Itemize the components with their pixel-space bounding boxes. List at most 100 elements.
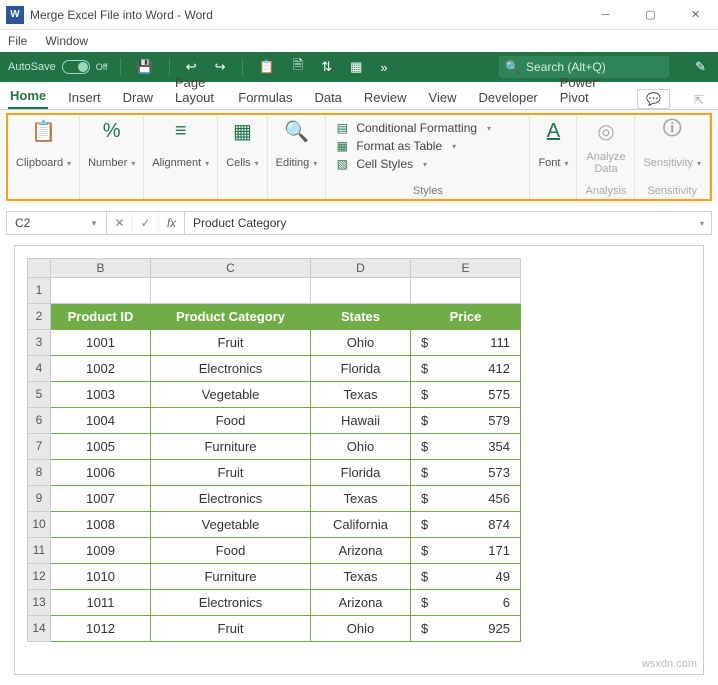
row-header[interactable]: 8	[27, 460, 51, 486]
tab-formulas[interactable]: Formulas	[236, 86, 294, 109]
row-header[interactable]: 1	[27, 278, 51, 304]
cell[interactable]	[411, 278, 521, 304]
cell-product-id[interactable]: 1003	[51, 382, 151, 408]
cell-product-category[interactable]: Electronics	[151, 486, 311, 512]
cell-price[interactable]: $573	[411, 460, 521, 486]
row-header[interactable]: 4	[27, 356, 51, 382]
col-header-c[interactable]: C	[151, 258, 311, 278]
tab-page-layout[interactable]: Page Layout	[173, 71, 218, 109]
cell-states[interactable]: Arizona	[311, 590, 411, 616]
cell-product-category[interactable]: Vegetable	[151, 512, 311, 538]
cell-product-id[interactable]: 1002	[51, 356, 151, 382]
cell-states[interactable]: Arizona	[311, 538, 411, 564]
share-button[interactable]: ⇱	[688, 91, 710, 109]
embedded-spreadsheet[interactable]: B C D E 1 2 Product ID Product Category …	[27, 258, 691, 662]
tab-draw[interactable]: Draw	[121, 86, 155, 109]
cell-states[interactable]: Texas	[311, 486, 411, 512]
cell-product-category[interactable]: Food	[151, 538, 311, 564]
minimize-button[interactable]: ─	[583, 0, 628, 30]
header-product-id[interactable]: Product ID	[51, 304, 151, 330]
cell-product-category[interactable]: Food	[151, 408, 311, 434]
fx-icon[interactable]: fx	[159, 212, 185, 234]
tab-insert[interactable]: Insert	[66, 86, 103, 109]
group-alignment[interactable]: ≡ Alignment	[144, 115, 218, 199]
group-font[interactable]: A Font	[530, 115, 577, 199]
row-header[interactable]: 12	[27, 564, 51, 590]
row-header[interactable]: 7	[27, 434, 51, 460]
formula-input[interactable]: Product Category	[185, 216, 693, 230]
cell-product-id[interactable]: 1009	[51, 538, 151, 564]
print-icon[interactable]: 🗎	[289, 56, 307, 78]
cell-product-id[interactable]: 1010	[51, 564, 151, 590]
cell-states[interactable]: Florida	[311, 356, 411, 382]
name-box[interactable]: C2 ▼	[7, 212, 107, 234]
col-header-e[interactable]: E	[411, 258, 521, 278]
header-states[interactable]: States	[311, 304, 411, 330]
cell[interactable]	[51, 278, 151, 304]
row-header[interactable]: 14	[27, 616, 51, 642]
menu-window[interactable]: Window	[45, 34, 88, 48]
share-icon[interactable]: ✎	[691, 59, 710, 75]
group-clipboard[interactable]: 📋 Clipboard	[8, 115, 80, 199]
cell-states[interactable]: California	[311, 512, 411, 538]
group-cells[interactable]: ▦ Cells	[218, 115, 267, 199]
menu-file[interactable]: File	[8, 34, 27, 48]
accept-formula-button[interactable]: ✓	[133, 212, 159, 234]
cell-price[interactable]: $874	[411, 512, 521, 538]
format-as-table-button[interactable]: ▦Format as Table	[334, 137, 521, 155]
select-all-corner[interactable]	[27, 258, 51, 278]
autosave-toggle[interactable]: AutoSave Off	[8, 60, 108, 74]
cell-product-category[interactable]: Vegetable	[151, 382, 311, 408]
cell-price[interactable]: $412	[411, 356, 521, 382]
group-number[interactable]: % Number	[80, 115, 144, 199]
row-header[interactable]: 13	[27, 590, 51, 616]
tab-review[interactable]: Review	[362, 86, 409, 109]
cell-product-category[interactable]: Fruit	[151, 616, 311, 642]
row-header[interactable]: 11	[27, 538, 51, 564]
header-price[interactable]: Price	[411, 304, 521, 330]
cell-product-category[interactable]: Fruit	[151, 330, 311, 356]
cell-price[interactable]: $456	[411, 486, 521, 512]
cell-product-id[interactable]: 1011	[51, 590, 151, 616]
col-header-d[interactable]: D	[311, 258, 411, 278]
cell-states[interactable]: Hawaii	[311, 408, 411, 434]
paste-icon[interactable]: 📋	[255, 59, 279, 75]
sort-icon[interactable]: ⇅	[317, 59, 336, 75]
tab-view[interactable]: View	[427, 86, 459, 109]
cell-states[interactable]: Texas	[311, 382, 411, 408]
col-header-b[interactable]: B	[51, 258, 151, 278]
tab-developer[interactable]: Developer	[477, 86, 540, 109]
cell-product-id[interactable]: 1008	[51, 512, 151, 538]
cell-product-category[interactable]: Electronics	[151, 590, 311, 616]
cell[interactable]	[311, 278, 411, 304]
save-icon[interactable]: 💾	[133, 59, 157, 75]
tab-power-pivot[interactable]: Power Pivot	[558, 71, 601, 109]
cell-price[interactable]: $354	[411, 434, 521, 460]
cell-product-category[interactable]: Electronics	[151, 356, 311, 382]
cell-states[interactable]: Ohio	[311, 330, 411, 356]
cell-price[interactable]: $171	[411, 538, 521, 564]
more-icon[interactable]: »	[376, 60, 391, 75]
cell-product-id[interactable]: 1005	[51, 434, 151, 460]
grid-icon[interactable]: ▦	[346, 59, 366, 75]
row-header[interactable]: 10	[27, 512, 51, 538]
header-product-category[interactable]: Product Category	[151, 304, 311, 330]
group-editing[interactable]: 🔍 Editing	[268, 115, 327, 199]
cell-price[interactable]: $925	[411, 616, 521, 642]
row-header[interactable]: 6	[27, 408, 51, 434]
row-header[interactable]: 9	[27, 486, 51, 512]
cell-states[interactable]: Florida	[311, 460, 411, 486]
cell-product-category[interactable]: Furniture	[151, 564, 311, 590]
cell-styles-button[interactable]: ▧Cell Styles	[334, 155, 521, 173]
cell-product-id[interactable]: 1012	[51, 616, 151, 642]
close-button[interactable]: ✕	[673, 0, 718, 30]
cell-product-id[interactable]: 1001	[51, 330, 151, 356]
tab-home[interactable]: Home	[8, 84, 48, 109]
cell-price[interactable]: $49	[411, 564, 521, 590]
cell-product-category[interactable]: Fruit	[151, 460, 311, 486]
row-header[interactable]: 2	[27, 304, 51, 330]
cell-price[interactable]: $575	[411, 382, 521, 408]
cancel-formula-button[interactable]: ✕	[107, 212, 133, 234]
conditional-formatting-button[interactable]: ▤Conditional Formatting	[334, 119, 521, 137]
cell-price[interactable]: $579	[411, 408, 521, 434]
